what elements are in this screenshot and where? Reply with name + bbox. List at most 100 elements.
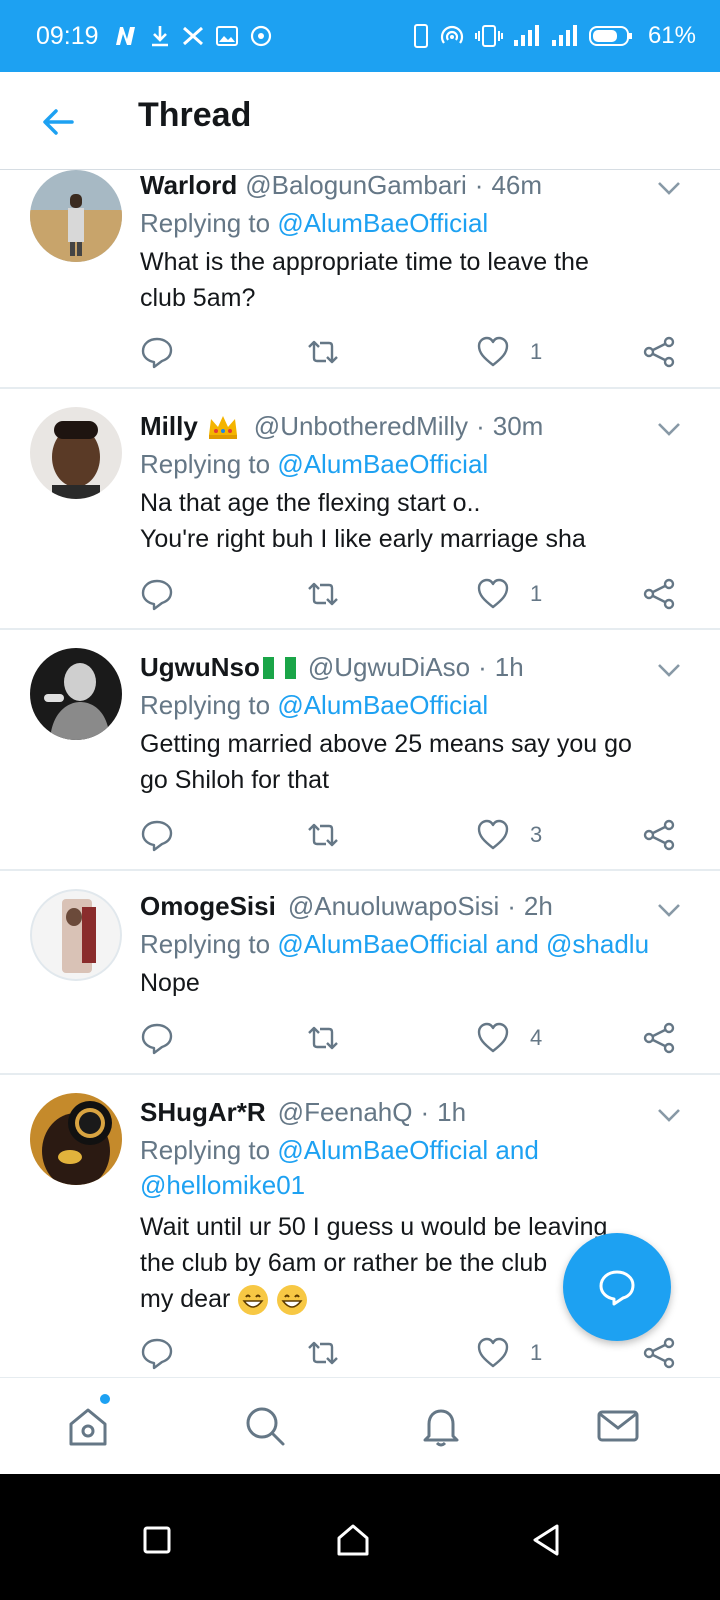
chevron-down-icon[interactable] — [656, 421, 682, 437]
hotspot-icon — [440, 25, 463, 44]
tweet-timestamp: 2h — [523, 891, 553, 921]
avatar-image — [30, 407, 122, 499]
replying-to: Replying to @AlumBaeOfficial — [140, 688, 680, 723]
tweet-text: What is the appropriate time to leave th… — [140, 244, 680, 316]
share-button[interactable] — [642, 817, 676, 853]
compose-reply-button[interactable] — [563, 1233, 671, 1341]
bottom-navigation — [0, 1377, 720, 1475]
tweet-author-handle[interactable]: @UnbotheredMilly — [254, 411, 468, 442]
thread-feed[interactable]: Warlord @BalogunGambari · 46m Replying t… — [0, 170, 720, 1406]
retweet-button[interactable] — [306, 1335, 340, 1371]
thread-header: Thread — [0, 72, 720, 170]
like-button[interactable]: 1 — [476, 576, 542, 612]
separator-dot: · — [474, 170, 484, 200]
tweet-author-handle[interactable]: @BalogunGambari — [245, 170, 467, 201]
avatar[interactable] — [30, 1093, 122, 1185]
share-button[interactable] — [642, 576, 676, 612]
tweet-text: Nope — [140, 965, 680, 1001]
back-button[interactable] — [527, 1520, 567, 1560]
search-icon[interactable] — [241, 1402, 289, 1450]
reply-mention-link[interactable]: @AlumBaeOfficial — [277, 449, 488, 479]
chevron-down-icon[interactable] — [656, 662, 682, 678]
battery-icon — [588, 26, 632, 46]
netflix-n-icon — [115, 27, 135, 45]
tweet-author-handle[interactable]: @UgwuDiAso — [308, 652, 470, 683]
reply-button[interactable] — [140, 1335, 174, 1371]
like-count: 4 — [530, 1025, 543, 1050]
status-time: 09:19 — [36, 21, 99, 50]
sync-icon — [250, 25, 271, 47]
reply-mention-link[interactable]: @AlumBaeOfficial and — [277, 1135, 539, 1165]
replying-to-label: Replying to — [140, 1135, 271, 1165]
avatar[interactable] — [30, 407, 122, 499]
tweet-author-name[interactable]: OmogeSisi — [140, 891, 276, 922]
status-bar: 09:19 61% — [0, 0, 720, 72]
share-icon — [643, 336, 675, 368]
home-button[interactable] — [333, 1520, 373, 1560]
tweet-timestamp: 1h — [494, 652, 524, 682]
messages-icon[interactable] — [594, 1402, 642, 1450]
download-icon — [151, 26, 168, 47]
tweet-actions: 1 — [140, 576, 690, 612]
back-arrow-icon[interactable] — [38, 102, 78, 142]
tweet-author-name[interactable]: Warlord — [140, 170, 237, 201]
recents-button[interactable] — [137, 1520, 177, 1560]
like-button[interactable]: 1 — [476, 334, 542, 370]
heart-icon — [477, 336, 509, 367]
tweet[interactable]: UgwuNso @UgwuDiAso · 1h Replying to @Alu… — [0, 630, 720, 871]
tweet-text-line: go Shiloh for that — [140, 766, 330, 794]
reply-icon — [141, 820, 173, 852]
reply-mention-link[interactable]: @hellomike01 — [140, 1168, 680, 1203]
reply-button[interactable] — [140, 576, 174, 612]
separator-dot: · — [478, 652, 487, 682]
share-button[interactable] — [642, 1020, 676, 1056]
avatar[interactable] — [30, 170, 122, 262]
nigeria-flag-emoji-icon — [262, 656, 296, 679]
tweet-actions: 1 — [140, 1335, 690, 1371]
notifications-icon[interactable] — [417, 1402, 465, 1450]
reply-button[interactable] — [140, 334, 174, 370]
tweet-author-name[interactable]: Milly — [140, 411, 198, 442]
phone-icon — [413, 24, 428, 48]
share-button[interactable] — [642, 334, 676, 370]
like-button[interactable]: 4 — [476, 1020, 542, 1056]
reply-mention-link[interactable]: @AlumBaeOfficial and @shadlu — [277, 929, 649, 959]
share-button[interactable] — [642, 1335, 676, 1371]
image-icon — [215, 26, 238, 46]
share-icon — [643, 1337, 675, 1369]
reply-icon — [141, 1338, 173, 1370]
avatar[interactable] — [30, 648, 122, 740]
tweet[interactable]: Warlord @BalogunGambari · 46m Replying t… — [0, 170, 720, 389]
chevron-down-icon[interactable] — [656, 1107, 682, 1123]
tweet-author-handle[interactable]: @FeenahQ — [278, 1097, 413, 1128]
retweet-button[interactable] — [306, 1020, 340, 1056]
tweet-author-name[interactable]: SHugAr*R — [140, 1097, 266, 1128]
tweet[interactable]: OmogeSisi @AnuoluwapoSisi · 2h Replying … — [0, 871, 720, 1075]
tweet-author-name[interactable]: UgwuNso — [140, 652, 260, 683]
reply-button[interactable] — [140, 817, 174, 853]
retweet-button[interactable] — [306, 817, 340, 853]
chevron-down-icon[interactable] — [656, 902, 682, 918]
share-icon — [643, 1022, 675, 1054]
home-icon[interactable] — [64, 1402, 112, 1450]
retweet-icon — [308, 582, 338, 606]
reply-mention-link[interactable]: @AlumBaeOfficial — [277, 690, 488, 720]
tweet[interactable]: Milly @UnbotheredMilly · 30m Replying to… — [0, 389, 720, 630]
tweet-author-handle[interactable]: @AnuoluwapoSisi — [288, 891, 499, 922]
chevron-down-icon[interactable] — [656, 180, 682, 196]
tweet-text-line: You're right buh I like early marriage s… — [140, 525, 586, 553]
reply-mention-link[interactable]: @AlumBaeOfficial — [277, 208, 488, 238]
like-button[interactable]: 3 — [476, 817, 542, 853]
retweet-button[interactable] — [306, 576, 340, 612]
avatar[interactable] — [30, 889, 122, 981]
like-button[interactable]: 1 — [476, 1335, 542, 1371]
reply-button[interactable] — [140, 1020, 174, 1056]
system-navigation-bar — [0, 1474, 720, 1600]
separator-dot: · — [507, 891, 516, 921]
retweet-icon — [308, 1341, 338, 1365]
tweet-timestamp: 46m — [491, 170, 543, 200]
replying-to: Replying to @AlumBaeOfficial and @shadlu — [140, 927, 680, 962]
like-count: 1 — [530, 581, 543, 606]
replying-to-label: Replying to — [140, 449, 271, 479]
retweet-button[interactable] — [306, 334, 340, 370]
